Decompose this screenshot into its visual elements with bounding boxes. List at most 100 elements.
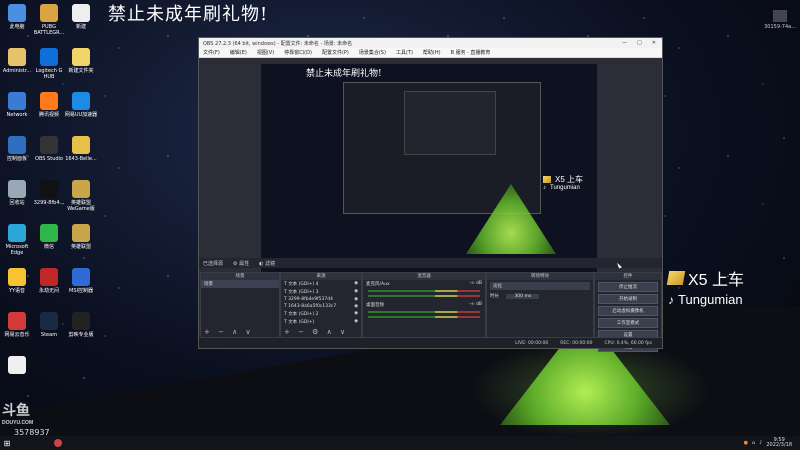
desktop-icon[interactable]: 网易云音乐 — [0, 312, 34, 338]
app-icon — [72, 4, 90, 22]
desktop-icon[interactable]: 回收站 — [0, 180, 34, 206]
top-right-file[interactable]: 30159-74a... — [764, 10, 796, 30]
desktop-icon[interactable]: Microsoft Edge — [0, 224, 34, 256]
control-button[interactable]: 工作室模式 — [598, 318, 658, 328]
visibility-icon[interactable]: ◉ — [354, 311, 358, 316]
control-button[interactable]: 开始录制 — [598, 294, 658, 304]
visibility-icon[interactable]: ◉ — [354, 289, 358, 294]
desktop-icon-label: 腾讯视频 — [38, 112, 59, 118]
source-controls[interactable]: + − ⚙ ∧ ∨ — [284, 328, 348, 336]
app-icon — [72, 92, 90, 110]
volume-slider[interactable] — [368, 295, 480, 297]
transition-select[interactable]: 淡化 — [490, 282, 590, 290]
desktop-icon[interactable]: Steam — [32, 312, 66, 338]
app-icon — [72, 48, 90, 66]
desktop-icon[interactable]: 网易UU加速器 — [64, 92, 98, 118]
desktop-icon[interactable]: 此电脑 — [0, 4, 34, 30]
scene-item[interactable]: 场景 — [201, 280, 279, 288]
app-icon — [40, 4, 58, 22]
desktop-icon[interactable]: 英雄联盟 — [64, 224, 98, 250]
obs-window[interactable]: OBS 27.2.3 (64 bit, windows) - 配置文件: 未命名… — [198, 37, 663, 352]
properties-button[interactable]: ⚙ 属性 — [233, 260, 249, 267]
desktop-icon[interactable]: 3299-8fb4... — [32, 180, 66, 206]
obs-preview[interactable]: 禁止未成年刷礼物! X5 上车 ♪ Tungumian — [261, 64, 597, 285]
menu-item[interactable]: B 服务 · 直播教育 — [451, 49, 491, 56]
app-icon — [8, 224, 26, 242]
source-item[interactable]: T 3299-8fb4e9f537d4 ◉ — [281, 296, 361, 303]
app-icon — [40, 312, 58, 330]
x5-logo-icon — [543, 176, 551, 183]
source-name: 文本 (GDI+) 3 — [288, 290, 319, 295]
douyu-watermark: 斗鱼 DOUYU.COM — [2, 400, 33, 426]
duration-row: 时长 300 ms — [487, 292, 593, 300]
desktop-icon-label: OBS Studio — [35, 156, 63, 162]
desktop-icon[interactable] — [0, 356, 34, 376]
desktop-icon[interactable]: Administr... — [0, 48, 34, 74]
scene-controls[interactable]: + − ∧ ∨ — [204, 328, 254, 336]
menu-item[interactable]: 视图(V) — [257, 49, 274, 56]
visibility-icon[interactable]: ◉ — [354, 319, 358, 324]
duration-input[interactable]: 300 ms — [506, 294, 540, 299]
source-item[interactable]: T 文本 (GDI+) 4 ◉ — [281, 280, 361, 288]
obs-titlebar[interactable]: OBS 27.2.3 (64 bit, windows) - 配置文件: 未命名… — [199, 38, 662, 48]
desktop-icon-label: 新建文件夹 — [68, 68, 94, 74]
properties-label: 属性 — [239, 260, 250, 267]
menu-item[interactable]: 帮助(H) — [423, 49, 441, 56]
source-item[interactable]: T 文本 (GDI+) 2 ◉ — [281, 310, 361, 318]
desktop-icon[interactable]: 微信 — [32, 224, 66, 250]
desktop-icon[interactable]: Network — [0, 92, 34, 118]
mixer-track: 桌面音频 -∞ dB — [363, 301, 485, 322]
desktop-icon[interactable]: MSI控制器 — [64, 268, 98, 294]
source-name: 3299-8fb4e9f537d4 — [288, 297, 333, 302]
desktop-icon[interactable]: 腾讯视频 — [32, 92, 66, 118]
status-item: REC: 00:00:00 — [560, 340, 593, 346]
close-icon[interactable]: ✕ — [652, 40, 656, 46]
file-icon — [773, 10, 788, 22]
menu-item[interactable]: 配置文件(P) — [322, 49, 349, 56]
clock[interactable]: 9:59 2022/3/18 — [766, 438, 792, 448]
menu-item[interactable]: 文件(F) — [203, 49, 220, 56]
desktop-icon[interactable]: Logitech G HUB — [32, 48, 66, 80]
source-item[interactable]: T 文本 (GDI+) ◉ — [281, 318, 361, 326]
filters-button[interactable]: ◐ 滤镜 — [259, 260, 275, 267]
desktop-icon[interactable]: 剪映专业版 — [64, 312, 98, 338]
visibility-icon[interactable]: ◉ — [354, 304, 358, 309]
control-button[interactable]: 启动虚拟摄像机 — [598, 306, 658, 316]
desktop-icon[interactable]: 永劫无间 — [32, 268, 66, 294]
network-icon[interactable]: ⌂ — [752, 440, 755, 446]
x5-logo-icon — [666, 271, 686, 285]
menu-item[interactable]: 停靠窗口(D) — [284, 49, 312, 56]
desktop-icon[interactable]: 新建文件夹 — [64, 48, 98, 74]
control-button[interactable]: 停止推流 — [598, 282, 658, 292]
obs-statusbar: LIVE: 00:00:00 REC: 00:00:00 CPU: 0.4%, 60… — [199, 338, 662, 348]
desktop-icon[interactable]: PUBG BATTLEGR... — [32, 4, 66, 36]
menu-item[interactable]: 编辑(E) — [230, 49, 247, 56]
duration-label: 时长 — [490, 294, 499, 299]
app-icon — [8, 4, 26, 22]
app-icon — [8, 312, 26, 330]
menu-item[interactable]: 工具(T) — [396, 49, 413, 56]
desktop-icon[interactable]: OBS Studio — [32, 136, 66, 162]
sources-dock: 来源 T 文本 (GDI+) 4 ◉ T 文本 (GDI+) 3 ◉ T 3299-8f… — [280, 272, 362, 338]
desktop-icon[interactable]: 英雄联盟 WeGame版 — [64, 180, 98, 212]
app-icon — [40, 48, 58, 66]
volume-slider[interactable] — [368, 316, 480, 318]
desktop-icon[interactable]: 控制面板 — [0, 136, 34, 162]
desktop-icon-label: 网易UU加速器 — [64, 112, 98, 118]
menu-item[interactable]: 场景集合(S) — [359, 49, 386, 56]
taskbar-app-icon[interactable] — [54, 439, 62, 447]
desktop-icon[interactable]: YY语音 — [0, 268, 34, 294]
tray-icon[interactable]: ● — [744, 440, 748, 446]
desktop-icon[interactable]: 新建 — [64, 4, 98, 30]
visibility-icon[interactable]: ◉ — [354, 297, 358, 302]
desktop-icon-label: 英雄联盟 WeGame版 — [67, 200, 95, 212]
sources-title: 来源 — [281, 273, 361, 280]
source-item[interactable]: T 1643-8a6a5f0c133c7 ◉ — [281, 303, 361, 310]
windows-start-icon[interactable]: ⊞ — [0, 436, 14, 450]
maximize-icon[interactable]: □ — [637, 40, 642, 46]
volume-icon[interactable]: ♪ — [759, 440, 762, 446]
source-item[interactable]: T 文本 (GDI+) 3 ◉ — [281, 288, 361, 296]
minimize-icon[interactable]: — — [622, 40, 627, 46]
desktop-icon[interactable]: 1643-Belle... — [64, 136, 98, 162]
visibility-icon[interactable]: ◉ — [354, 281, 358, 286]
